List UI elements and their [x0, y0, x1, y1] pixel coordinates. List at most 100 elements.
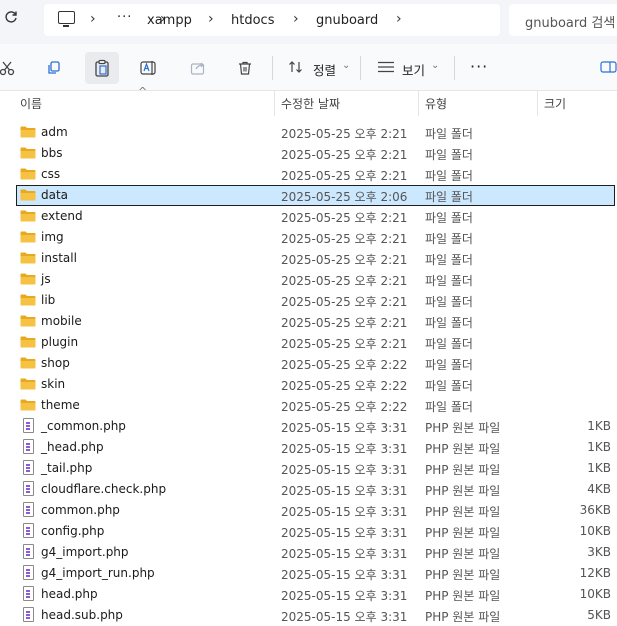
copy-button[interactable]	[37, 52, 71, 84]
file-type: 파일 폴더	[425, 190, 473, 204]
view-button[interactable]: 보기	[402, 60, 425, 79]
file-row[interactable]: g4_import_run.php 2025-05-15 오후 3:31 PHP 원…	[0, 563, 617, 584]
address-bar: › ··· › xampp › htdocs › gnuboard › gnub…	[0, 0, 617, 44]
file-row[interactable]: css 2025-05-25 오후 2:21 파일 폴더	[0, 164, 617, 185]
column-separator[interactable]	[537, 91, 538, 116]
file-row[interactable]: data 2025-05-25 오후 2:06 파일 폴더	[0, 185, 617, 206]
scissors-icon	[0, 61, 15, 76]
file-size: 10KB	[579, 524, 611, 538]
cut-button[interactable]	[0, 52, 24, 84]
file-name: head.sub.php	[41, 608, 123, 622]
breadcrumb-item-xampp[interactable]: xampp	[147, 13, 192, 28]
folder-icon	[20, 399, 36, 411]
column-size-header[interactable]: 크기	[544, 95, 566, 112]
file-row[interactable]: head.php 2025-05-15 오후 3:31 PHP 원본 파일 10KB	[0, 584, 617, 605]
file-row[interactable]: js 2025-05-25 오후 2:21 파일 폴더	[0, 269, 617, 290]
details-pane-icon[interactable]	[600, 61, 617, 76]
file-name: adm	[41, 125, 68, 139]
column-name-header[interactable]: 이름	[20, 95, 42, 112]
file-row[interactable]: skin 2025-05-25 오후 2:22 파일 폴더	[0, 374, 617, 395]
file-type: 파일 폴더	[425, 316, 473, 330]
file-type: PHP 원본 파일	[425, 463, 501, 477]
rename-button[interactable]	[132, 52, 166, 84]
folder-icon	[20, 189, 36, 201]
file-size: 12KB	[579, 566, 611, 580]
delete-button[interactable]	[228, 52, 262, 84]
php-file-icon	[23, 544, 34, 559]
file-type: 파일 폴더	[425, 295, 473, 309]
sort-button[interactable]: 정렬	[313, 60, 336, 79]
file-type: PHP 원본 파일	[425, 442, 501, 456]
php-file-icon	[23, 481, 34, 496]
file-name: common.php	[41, 503, 120, 517]
file-row[interactable]: _tail.php 2025-05-15 오후 3:31 PHP 원본 파일 1KB	[0, 458, 617, 479]
breadcrumb[interactable]: › ··· › xampp › htdocs › gnuboard ›	[44, 4, 500, 36]
file-row[interactable]: config.php 2025-05-15 오후 3:31 PHP 원본 파일 10K…	[0, 521, 617, 542]
file-type: 파일 폴더	[425, 148, 473, 162]
file-date-modified: 2025-05-25 오후 2:21	[281, 232, 408, 246]
file-type: PHP 원본 파일	[425, 526, 501, 540]
file-row[interactable]: head.sub.php 2025-05-15 오후 3:31 PHP 원본 파일 5…	[0, 605, 617, 626]
share-button[interactable]	[181, 52, 215, 84]
folder-icon	[20, 294, 36, 306]
folder-icon	[20, 168, 36, 180]
file-row[interactable]: lib 2025-05-25 오후 2:21 파일 폴더	[0, 290, 617, 311]
file-row[interactable]: adm 2025-05-25 오후 2:21 파일 폴더	[0, 122, 617, 143]
breadcrumb-item-htdocs[interactable]: htdocs	[231, 13, 274, 28]
file-date-modified: 2025-05-25 오후 2:21	[281, 295, 408, 309]
column-type-header[interactable]: 유형	[425, 95, 447, 112]
file-row[interactable]: plugin 2025-05-25 오후 2:21 파일 폴더	[0, 332, 617, 353]
file-size: 4KB	[587, 482, 611, 496]
file-name: mobile	[41, 314, 82, 328]
breadcrumb-overflow[interactable]: ···	[117, 10, 132, 25]
search-box[interactable]: gnuboard 검색	[509, 4, 617, 36]
file-row[interactable]: shop 2025-05-25 오후 2:22 파일 폴더	[0, 353, 617, 374]
column-separator[interactable]	[418, 91, 419, 116]
file-date-modified: 2025-05-25 오후 2:21	[281, 211, 408, 225]
file-size: 1KB	[587, 419, 611, 433]
file-row[interactable]: _common.php 2025-05-15 오후 3:31 PHP 원본 파일 1K…	[0, 416, 617, 437]
folder-icon	[20, 126, 36, 138]
chevron-right-icon[interactable]: ›	[208, 11, 214, 27]
trash-icon	[239, 61, 251, 75]
sort-caret-icon: ^	[138, 85, 148, 98]
chevron-right-icon[interactable]: ›	[90, 11, 96, 27]
folder-icon	[20, 231, 36, 243]
file-row[interactable]: install 2025-05-25 오후 2:21 파일 폴더	[0, 248, 617, 269]
folder-icon	[20, 252, 36, 264]
chevron-right-icon[interactable]: ›	[293, 11, 299, 27]
file-row[interactable]: common.php 2025-05-15 오후 3:31 PHP 원본 파일 36K…	[0, 500, 617, 521]
file-type: 파일 폴더	[425, 379, 473, 393]
file-type: 파일 폴더	[425, 274, 473, 288]
file-type: 파일 폴더	[425, 337, 473, 351]
chevron-right-icon[interactable]: ›	[396, 11, 402, 27]
paste-button[interactable]	[85, 52, 119, 84]
file-name: cloudflare.check.php	[41, 482, 167, 496]
file-name: g4_import.php	[41, 545, 129, 559]
chevron-down-icon: ⌄	[431, 60, 440, 71]
toolbar-divider	[360, 56, 361, 80]
php-file-icon	[23, 607, 34, 622]
file-row[interactable]: g4_import.php 2025-05-15 오후 3:31 PHP 원본 파일…	[0, 542, 617, 563]
column-date-header[interactable]: 수정한 날짜	[281, 95, 340, 112]
file-row[interactable]: img 2025-05-25 오후 2:21 파일 폴더	[0, 227, 617, 248]
refresh-icon[interactable]	[4, 10, 22, 30]
file-date-modified: 2025-05-25 오후 2:22	[281, 358, 408, 372]
file-type: PHP 원본 파일	[425, 610, 501, 624]
clipboard-icon	[95, 59, 109, 77]
toolbar-divider	[272, 56, 273, 80]
file-row[interactable]: bbs 2025-05-25 오후 2:21 파일 폴더	[0, 143, 617, 164]
this-pc-icon[interactable]	[58, 11, 75, 27]
file-row[interactable]: theme 2025-05-25 오후 2:22 파일 폴더	[0, 395, 617, 416]
file-type: PHP 원본 파일	[425, 484, 501, 498]
php-file-icon	[23, 586, 34, 601]
column-separator[interactable]	[274, 91, 275, 116]
file-row[interactable]: extend 2025-05-25 오후 2:21 파일 폴더	[0, 206, 617, 227]
file-size: 36KB	[579, 503, 611, 517]
file-type: PHP 원본 파일	[425, 547, 501, 561]
file-row[interactable]: cloudflare.check.php 2025-05-15 오후 3:31 PH…	[0, 479, 617, 500]
more-options-button[interactable]: ···	[470, 57, 488, 76]
file-row[interactable]: _head.php 2025-05-15 오후 3:31 PHP 원본 파일 1KB	[0, 437, 617, 458]
file-row[interactable]: mobile 2025-05-25 오후 2:21 파일 폴더	[0, 311, 617, 332]
breadcrumb-item-gnuboard[interactable]: gnuboard	[316, 13, 378, 28]
